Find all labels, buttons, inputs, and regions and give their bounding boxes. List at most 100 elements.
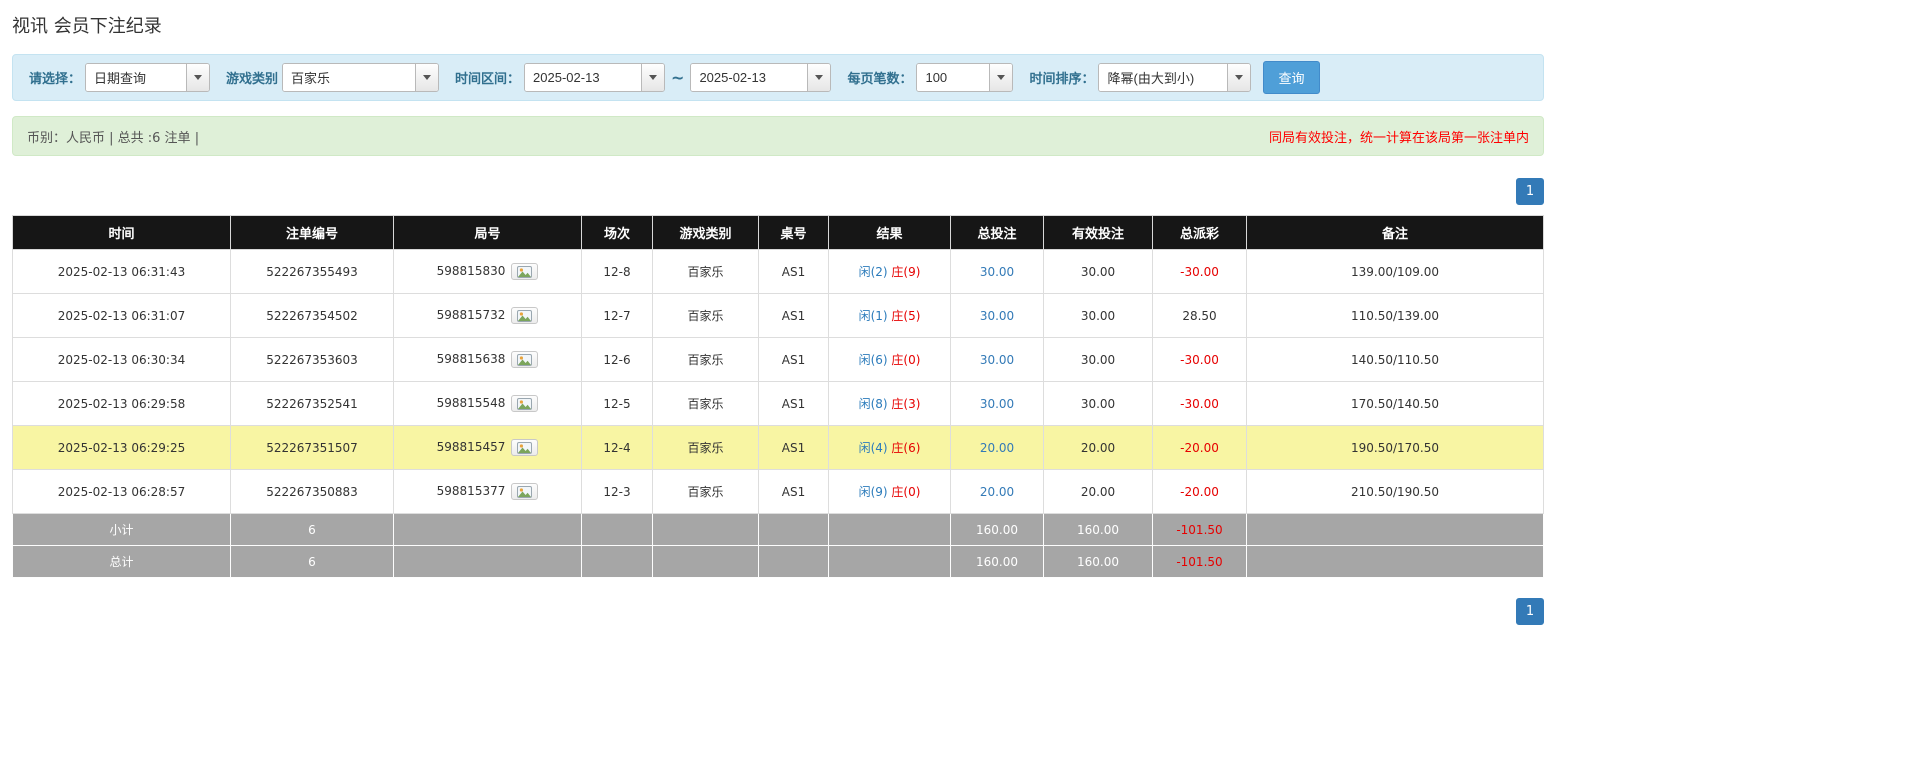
chevron-down-icon[interactable]	[415, 64, 438, 91]
game-type-cell: 百家乐	[653, 470, 759, 514]
result-cell: 闲(8) 庄(3)	[829, 382, 951, 426]
time-sort-combobox[interactable]	[1098, 63, 1251, 92]
date-to-combobox[interactable]	[690, 63, 831, 92]
game-type-cell: 百家乐	[653, 294, 759, 338]
payout-cell: -30.00	[1153, 250, 1247, 294]
result-cell: 闲(6) 庄(0)	[829, 338, 951, 382]
road-map-icon	[517, 354, 532, 366]
note-cell: 139.00/109.00	[1247, 250, 1544, 294]
empty-cell	[829, 514, 951, 546]
game-type-input[interactable]	[283, 64, 415, 91]
subtotal-total-bet: 160.00	[951, 514, 1044, 546]
bet-id-cell: 522267352541	[231, 382, 394, 426]
date-from-combobox[interactable]	[524, 63, 665, 92]
column-header: 总投注	[951, 216, 1044, 250]
round-id: 598815830	[437, 264, 506, 278]
bet-id-cell: 522267350883	[231, 470, 394, 514]
empty-cell	[394, 546, 582, 578]
round-cell: 598815732	[394, 294, 582, 338]
search-button[interactable]: 查询	[1263, 61, 1319, 94]
note-cell: 170.50/140.50	[1247, 382, 1544, 426]
total-count: 6	[231, 546, 394, 578]
select-mode-input[interactable]	[86, 64, 186, 91]
session-cell: 12-6	[582, 338, 653, 382]
empty-cell	[653, 514, 759, 546]
empty-cell	[582, 546, 653, 578]
round-id: 598815548	[437, 396, 506, 410]
select-mode-combobox[interactable]	[85, 63, 210, 92]
road-map-button[interactable]	[511, 439, 538, 456]
session-cell: 12-7	[582, 294, 653, 338]
valid-bet-cell: 30.00	[1044, 294, 1153, 338]
column-header: 局号	[394, 216, 582, 250]
column-header: 备注	[1247, 216, 1544, 250]
empty-cell	[1247, 514, 1544, 546]
pagination-top: 1	[12, 178, 1544, 205]
page-size-label: 每页笔数：	[847, 68, 912, 87]
column-header: 注单编号	[231, 216, 394, 250]
page-size-combobox[interactable]	[916, 63, 1013, 92]
result-banker: 庄(6)	[891, 441, 920, 455]
total-bet-link[interactable]: 30.00	[980, 309, 1014, 323]
page-size-input[interactable]	[917, 64, 989, 91]
valid-bet-cell: 30.00	[1044, 382, 1153, 426]
total-bet-link[interactable]: 20.00	[980, 441, 1014, 455]
result-cell: 闲(4) 庄(6)	[829, 426, 951, 470]
empty-cell	[1247, 546, 1544, 578]
session-cell: 12-5	[582, 382, 653, 426]
result-banker: 庄(9)	[891, 265, 920, 279]
road-map-icon	[517, 398, 532, 410]
bet-time-cell: 2025-02-13 06:31:43	[13, 250, 231, 294]
round-cell: 598815548	[394, 382, 582, 426]
road-map-button[interactable]	[511, 395, 538, 412]
page-button-1[interactable]: 1	[1516, 178, 1544, 205]
game-type-cell: 百家乐	[653, 426, 759, 470]
total-bet-link[interactable]: 30.00	[980, 265, 1014, 279]
total-bet-link[interactable]: 30.00	[980, 353, 1014, 367]
game-type-cell: 百家乐	[653, 250, 759, 294]
road-map-button[interactable]	[511, 483, 538, 500]
road-map-button[interactable]	[511, 307, 538, 324]
game-type-label: 游戏类别	[226, 68, 278, 87]
empty-cell	[759, 514, 829, 546]
result-banker: 庄(0)	[891, 353, 920, 367]
date-from-input[interactable]	[525, 64, 641, 91]
valid-bet-cell: 30.00	[1044, 250, 1153, 294]
chevron-down-icon[interactable]	[1227, 64, 1250, 91]
select-mode-label: 请选择：	[29, 68, 81, 87]
total-row: 总计6160.00160.00-101.50	[13, 546, 1544, 578]
total-payout: -101.50	[1153, 546, 1247, 578]
table-no-cell: AS1	[759, 294, 829, 338]
game-type-combobox[interactable]	[282, 63, 439, 92]
valid-bet-cell: 30.00	[1044, 338, 1153, 382]
game-type-cell: 百家乐	[653, 382, 759, 426]
chevron-down-icon[interactable]	[641, 64, 664, 91]
table-row: 2025-02-13 06:28:57522267350883598815377…	[13, 470, 1544, 514]
page-button-1[interactable]: 1	[1516, 598, 1544, 625]
total-bet-cell: 20.00	[951, 470, 1044, 514]
valid-bet-warning-note: 同局有效投注，统一计算在该局第一张注单内	[1269, 127, 1529, 146]
subtotal-payout: -101.50	[1153, 514, 1247, 546]
road-map-button[interactable]	[511, 263, 538, 280]
road-map-button[interactable]	[511, 351, 538, 368]
chevron-down-icon[interactable]	[186, 64, 209, 91]
date-to-input[interactable]	[691, 64, 807, 91]
payout-cell: 28.50	[1153, 294, 1247, 338]
road-map-icon	[517, 266, 532, 278]
table-no-cell: AS1	[759, 338, 829, 382]
chevron-down-icon[interactable]	[989, 64, 1012, 91]
total-bet-link[interactable]: 20.00	[980, 485, 1014, 499]
table-row: 2025-02-13 06:31:07522267354502598815732…	[13, 294, 1544, 338]
currency-total-summary: 币别：人民币 | 总共 :6 注单 |	[27, 127, 199, 146]
road-map-icon	[517, 442, 532, 454]
filter-bar: 请选择： 游戏类别 时间区间： ~ 每页笔数： 时间排序：	[12, 54, 1544, 101]
payout-cell: -30.00	[1153, 338, 1247, 382]
table-row: 2025-02-13 06:31:43522267355493598815830…	[13, 250, 1544, 294]
bet-time-cell: 2025-02-13 06:28:57	[13, 470, 231, 514]
table-row: 2025-02-13 06:29:25522267351507598815457…	[13, 426, 1544, 470]
result-player: 闲(6)	[859, 353, 888, 367]
chevron-down-icon[interactable]	[807, 64, 830, 91]
total-bet-link[interactable]: 30.00	[980, 397, 1014, 411]
subtotal-valid-bet: 160.00	[1044, 514, 1153, 546]
time-sort-input[interactable]	[1099, 64, 1227, 91]
